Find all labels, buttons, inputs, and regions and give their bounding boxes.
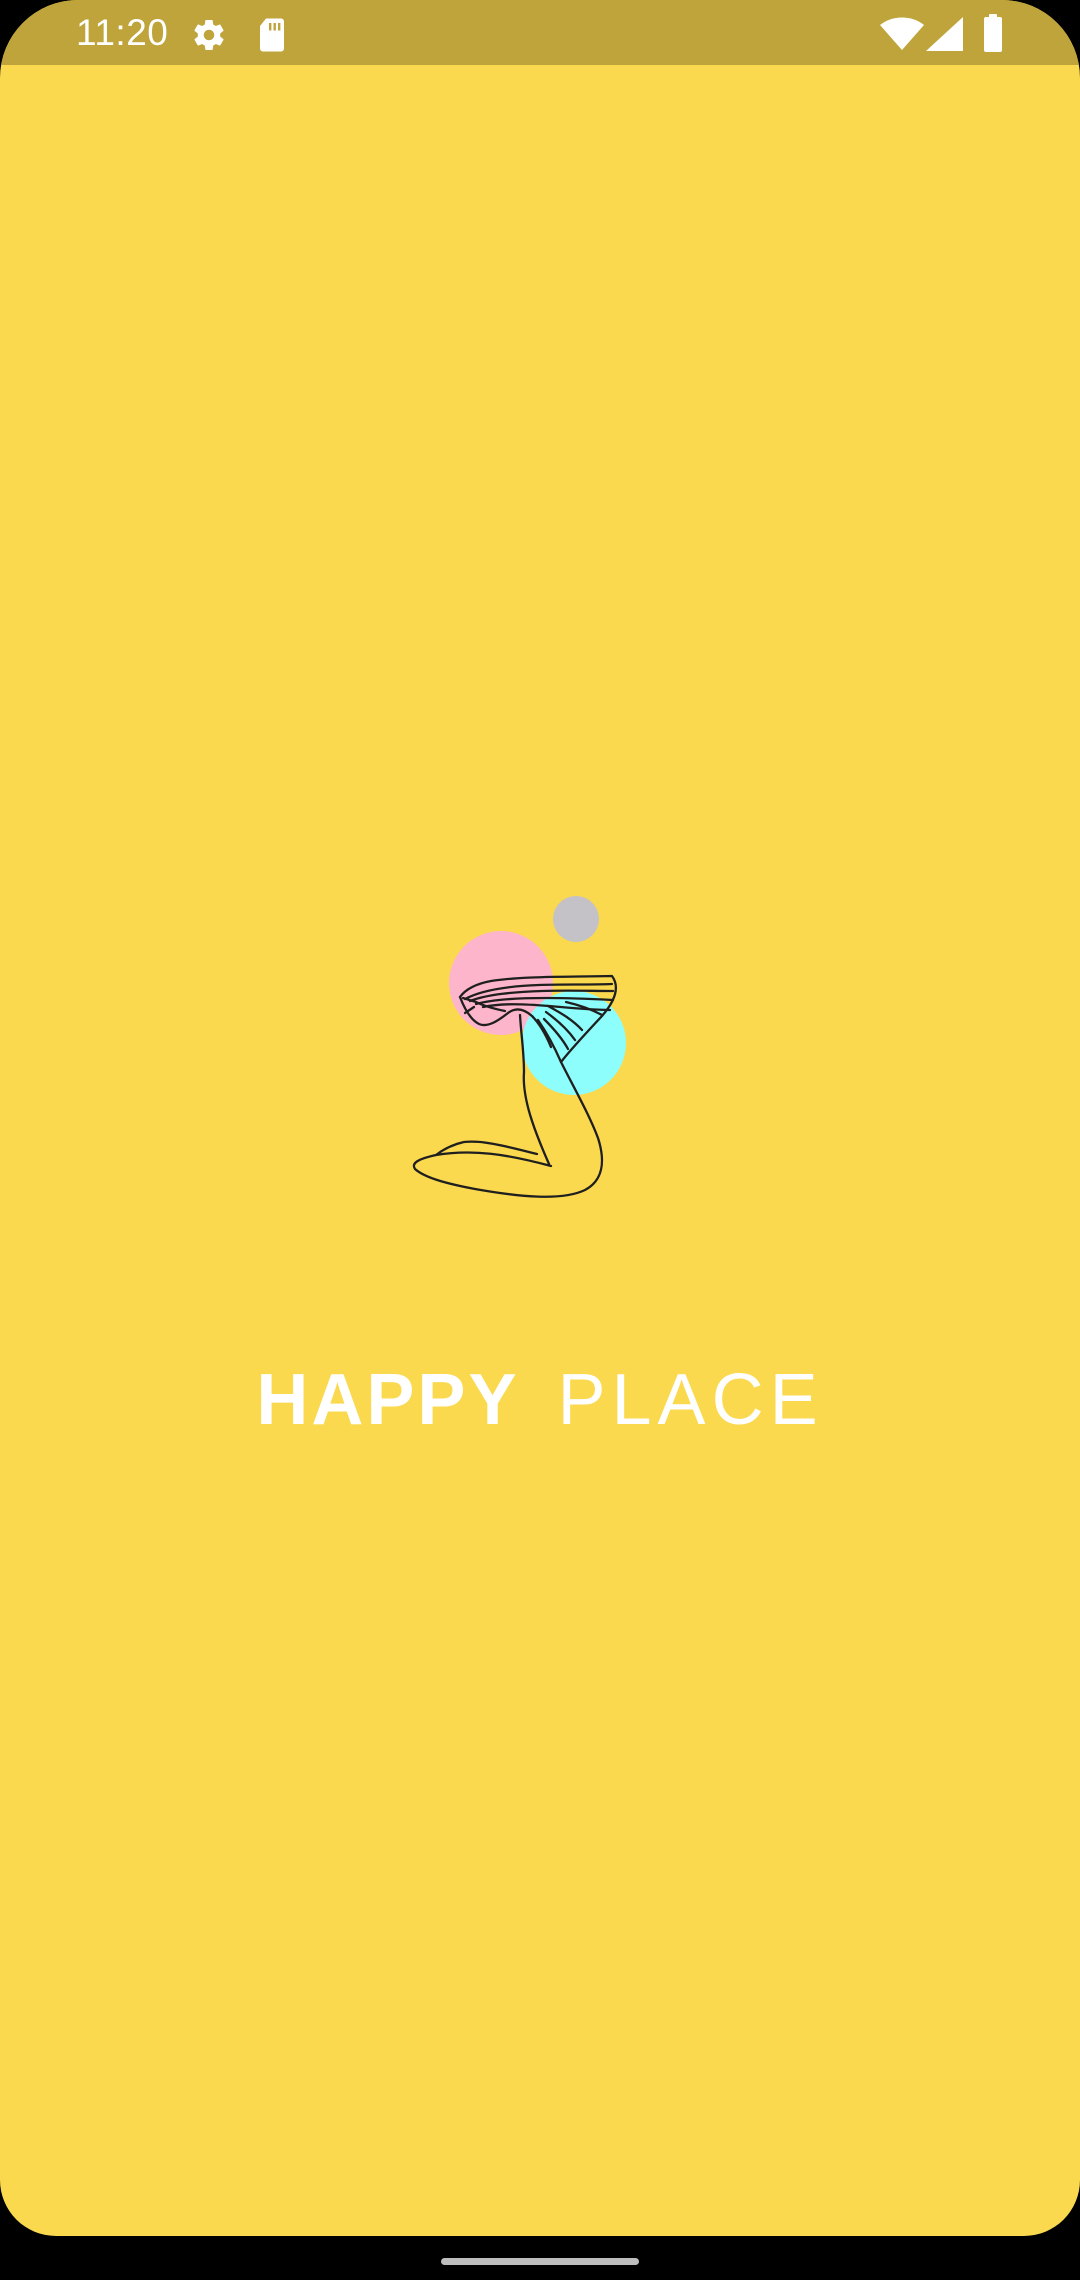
splash-screen: 11:20 HAPPY PLACE bbox=[0, 0, 1080, 2236]
status-time: 11:20 bbox=[76, 12, 169, 53]
cellular-signal-icon bbox=[926, 17, 963, 51]
app-title-light: PLACE bbox=[557, 1360, 824, 1440]
wifi-icon bbox=[880, 17, 924, 50]
app-screen: 11:20 HAPPY PLACE bbox=[0, 0, 1080, 2280]
battery-icon bbox=[984, 14, 1002, 52]
logo bbox=[408, 892, 632, 1222]
gesture-handle[interactable] bbox=[441, 2258, 639, 2265]
sd-card-icon bbox=[260, 18, 284, 52]
app-title: HAPPY PLACE bbox=[0, 1358, 1080, 1442]
app-title-bold: HAPPY bbox=[256, 1360, 520, 1440]
gear-icon bbox=[194, 20, 224, 50]
navigation-bar bbox=[0, 2236, 1080, 2280]
status-bar: 11:20 bbox=[0, 0, 1080, 65]
happy-place-logo-icon bbox=[412, 896, 626, 1198]
